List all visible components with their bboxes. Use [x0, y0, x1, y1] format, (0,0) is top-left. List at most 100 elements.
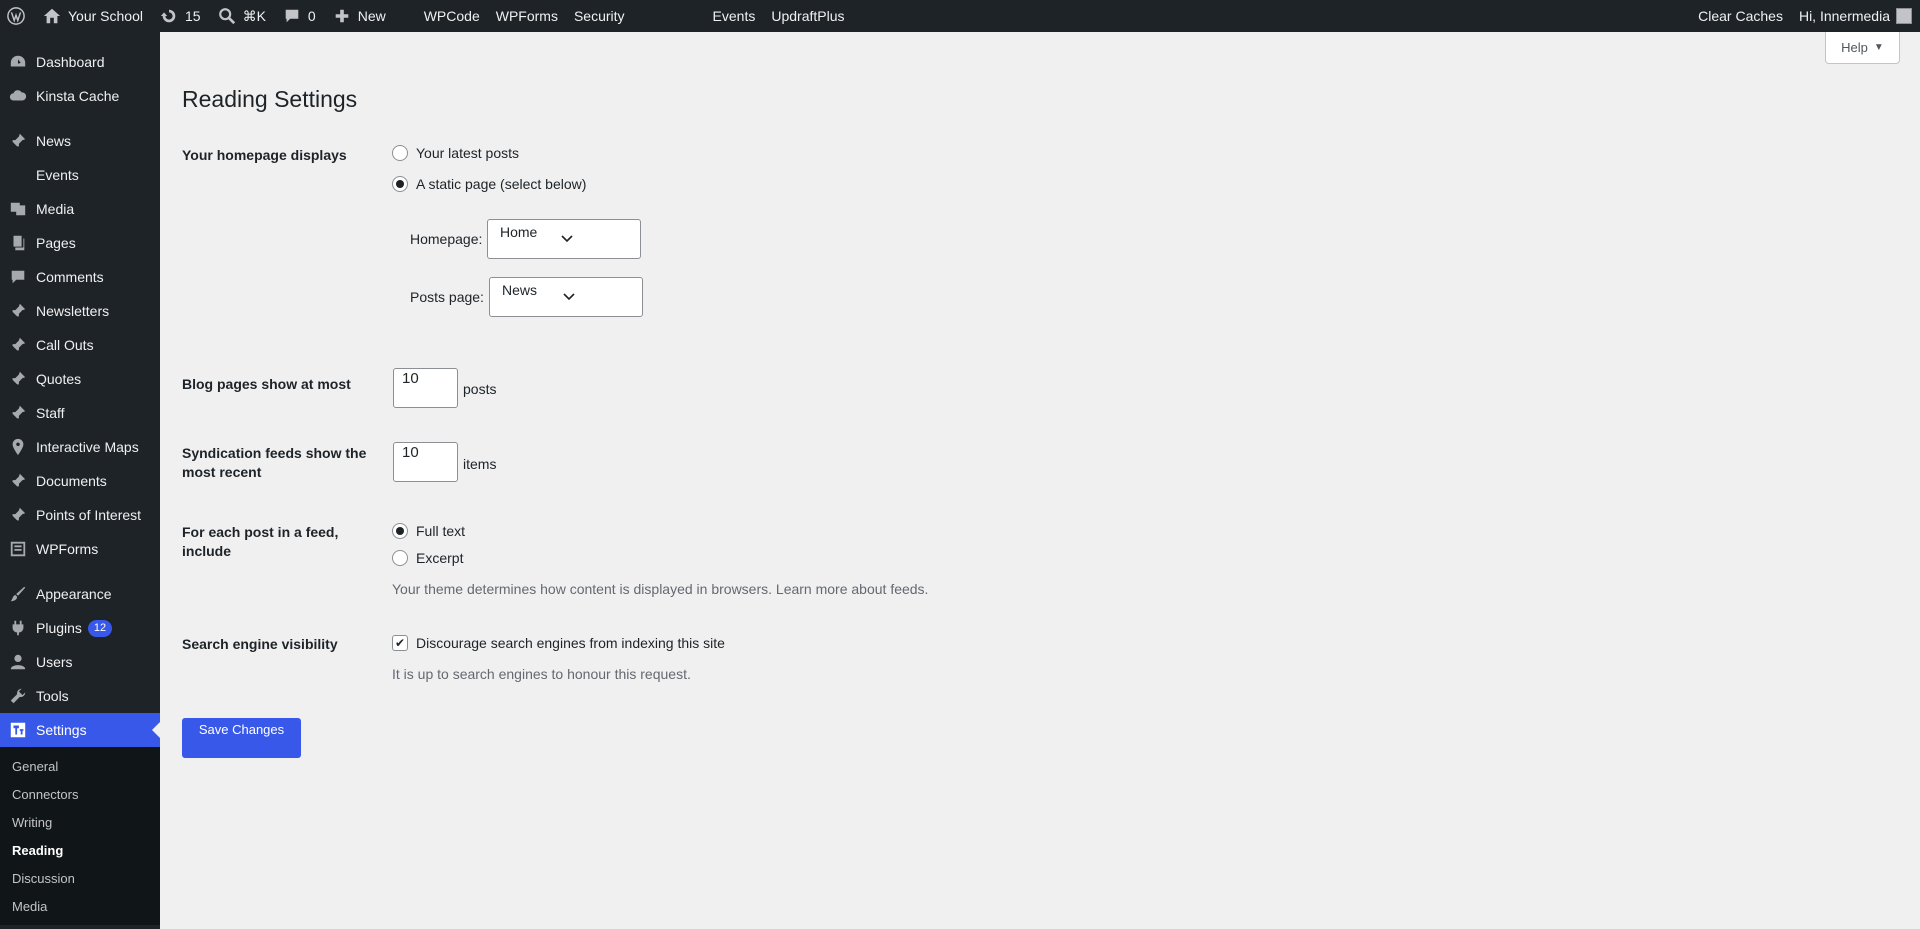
posts-page-select-value: News: [502, 282, 538, 298]
homepage-select-label: Homepage:: [410, 231, 483, 247]
submenu-reading[interactable]: Reading: [0, 837, 160, 865]
clear-caches-link[interactable]: Clear Caches: [1690, 0, 1791, 32]
menu-label: Documents: [36, 473, 107, 489]
submenu-connectors[interactable]: Connectors: [0, 781, 160, 809]
user-icon: [8, 652, 28, 672]
cloud-icon: [8, 86, 28, 106]
menu-label: Settings: [36, 722, 87, 738]
admin-bar: Your School 15 ⌘K 0 New WPCode WPForms S…: [0, 0, 1920, 32]
submenu-discussion[interactable]: Discussion: [0, 865, 160, 893]
save-changes-button[interactable]: Save Changes: [182, 718, 301, 758]
site-name-link[interactable]: Your School: [34, 0, 151, 32]
menu-users[interactable]: Users: [0, 645, 160, 679]
items-unit: items: [463, 456, 497, 472]
menu-wpforms[interactable]: WPForms: [0, 532, 160, 566]
comment-icon: [282, 6, 302, 26]
page-title: Reading Settings: [182, 86, 358, 112]
radio-label: Excerpt: [416, 550, 464, 566]
menu-documents[interactable]: Documents: [0, 464, 160, 498]
menu-staff[interactable]: Staff: [0, 396, 160, 430]
account-menu[interactable]: Hi, Innermedia: [1791, 0, 1920, 32]
menu-newsletters[interactable]: Newsletters: [0, 294, 160, 328]
wordpress-icon: [6, 6, 26, 26]
submenu-general[interactable]: General: [0, 753, 160, 781]
greeting: Hi, Innermedia: [1798, 8, 1890, 24]
menu-label: Plugins: [36, 620, 82, 636]
radio-button[interactable]: [392, 145, 408, 161]
posts-per-page-input[interactable]: 10: [393, 368, 458, 408]
comment-icon: [8, 267, 28, 287]
updraftplus-link[interactable]: UpdraftPlus: [763, 0, 852, 32]
feed-include-label: For each post in a feed, include: [182, 523, 338, 561]
discourage-search-checkbox[interactable]: ✔: [392, 635, 408, 651]
posts-page-select[interactable]: News: [489, 277, 643, 317]
pin-icon: [8, 369, 28, 389]
menu-label: News: [36, 133, 72, 149]
feed-items-input[interactable]: 10: [393, 442, 458, 482]
feed-description: Your theme determines how content is dis…: [392, 581, 929, 597]
menu-label: Comments: [36, 269, 104, 285]
syndication-label: Syndication feeds show the most recent: [182, 444, 366, 482]
chevron-down-icon: [563, 293, 575, 301]
menu-label: Newsletters: [36, 303, 110, 319]
homepage-select[interactable]: Home: [487, 219, 641, 259]
radio-button[interactable]: [392, 550, 408, 566]
security-link[interactable]: Security: [566, 0, 633, 32]
menu-plugins[interactable]: Plugins 12: [0, 611, 160, 645]
help-button[interactable]: Help ▼: [1825, 32, 1900, 64]
syndication-label-line2: most recent: [182, 464, 262, 480]
menu-quotes[interactable]: Quotes: [0, 362, 160, 396]
radio-full-text[interactable]: Full text: [392, 523, 465, 539]
posts-unit: posts: [463, 381, 497, 397]
menu-news[interactable]: News: [0, 124, 160, 158]
menu-points-of-interest[interactable]: Points of Interest: [0, 498, 160, 532]
menu-settings[interactable]: Settings: [0, 713, 160, 747]
menu-dashboard[interactable]: Dashboard: [0, 45, 160, 79]
wordpress-logo-button[interactable]: [0, 0, 34, 32]
radio-latest-posts[interactable]: Your latest posts: [392, 145, 519, 161]
menu-label: Interactive Maps: [36, 439, 139, 455]
menu-events[interactable]: Events: [0, 158, 160, 192]
wpforms-link[interactable]: WPForms: [488, 0, 566, 32]
plugins-update-badge: 12: [87, 619, 113, 637]
updates-link[interactable]: 15: [151, 0, 209, 32]
admin-menu: Dashboard Kinsta Cache News Events Media…: [0, 32, 160, 929]
menu-media[interactable]: Media: [0, 192, 160, 226]
new-content-link[interactable]: New: [324, 0, 394, 32]
submenu-media[interactable]: Media: [0, 893, 160, 921]
search-shortcut-link[interactable]: ⌘K: [209, 0, 274, 32]
menu-appearance[interactable]: Appearance: [0, 577, 160, 611]
site-name: Your School: [68, 8, 143, 24]
search-shortcut: ⌘K: [242, 7, 266, 24]
radio-button[interactable]: [392, 176, 408, 192]
radio-excerpt[interactable]: Excerpt: [392, 550, 463, 566]
radio-label: Your latest posts: [416, 145, 519, 161]
menu-tools[interactable]: Tools: [0, 679, 160, 713]
menu-pages[interactable]: Pages: [0, 226, 160, 260]
blog-pages-label: Blog pages show at most: [182, 376, 351, 392]
location-icon: [8, 437, 28, 457]
menu-call-outs[interactable]: Call Outs: [0, 328, 160, 362]
help-label: Help: [1841, 40, 1868, 55]
menu-interactive-maps[interactable]: Interactive Maps: [0, 430, 160, 464]
radio-static-page[interactable]: A static page (select below): [392, 176, 586, 192]
settings-submenu: General Connectors Writing Reading Discu…: [0, 747, 160, 925]
discourage-search-checkbox-row[interactable]: ✔ Discourage search engines from indexin…: [392, 635, 725, 651]
menu-label: Events: [36, 167, 79, 183]
wpcode-link[interactable]: WPCode: [416, 0, 488, 32]
events-link[interactable]: Events: [705, 0, 764, 32]
forms-icon: [8, 539, 28, 559]
comments-link[interactable]: 0: [274, 0, 324, 32]
posts-page-select-label: Posts page:: [410, 289, 484, 305]
search-visibility-label: Search engine visibility: [182, 636, 338, 652]
plus-icon: [332, 6, 352, 26]
menu-label: Appearance: [36, 586, 112, 602]
menu-comments[interactable]: Comments: [0, 260, 160, 294]
homepage-select-value: Home: [500, 224, 538, 240]
plugin-icon: [8, 618, 28, 638]
submenu-writing[interactable]: Writing: [0, 809, 160, 837]
menu-label: Users: [36, 654, 73, 670]
menu-kinsta-cache[interactable]: Kinsta Cache: [0, 79, 160, 113]
radio-button[interactable]: [392, 523, 408, 539]
syndication-label-line1: Syndication feeds show the: [182, 445, 367, 461]
